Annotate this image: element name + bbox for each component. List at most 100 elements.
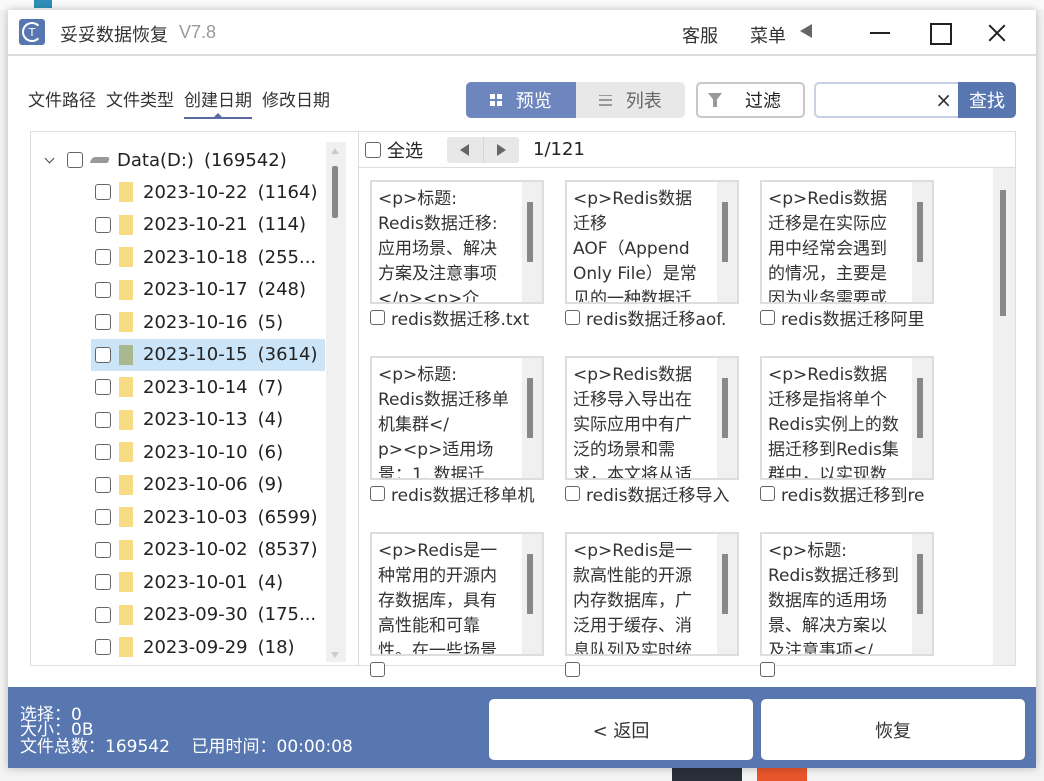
file-preview[interactable]: <p>Redis是一 款高性能的开源 内存数据库，广 泛用于缓存、消 息队列及实… [565, 532, 739, 656]
back-button[interactable]: < 返回 [489, 699, 753, 760]
folder-checkbox[interactable] [95, 541, 111, 558]
file-grid-scrollbar[interactable] [993, 168, 1015, 665]
minimize-button[interactable] [865, 18, 895, 48]
tree-folder-item[interactable]: 2023-10-13 (4) [91, 404, 325, 437]
folder-checkbox[interactable] [95, 606, 111, 623]
file-preview[interactable]: <p>Redis数据 迁移是在实际应 用中经常会遇到 的情况，主要是 因为业务需… [760, 180, 934, 304]
file-name-row[interactable] [565, 656, 739, 682]
file-name-row[interactable]: redis数据迁移.txt [370, 304, 544, 330]
scroll-thumb[interactable] [917, 554, 923, 614]
tree-folder-item[interactable]: 2023-10-01 (4) [91, 566, 325, 599]
preview-scrollbar[interactable] [912, 182, 932, 302]
file-card[interactable]: <p>Redis是一 款高性能的开源 内存数据库，广 泛用于缓存、消 息队列及实… [565, 532, 739, 682]
file-card[interactable]: <p>Redis数据 迁移是指将单个 Redis实例上的数 据迁移到Redis集… [760, 356, 934, 506]
folder-checkbox[interactable] [95, 281, 111, 298]
file-checkbox[interactable] [565, 661, 580, 677]
folder-checkbox[interactable] [95, 216, 111, 233]
tree-scrollbar[interactable] [326, 142, 346, 662]
file-checkbox[interactable] [565, 485, 580, 501]
list-view-button[interactable]: 列表 [576, 82, 686, 118]
search-button[interactable]: 查找 [958, 82, 1016, 118]
file-preview[interactable]: <p>Redis是一 种常用的开源内 存数据库，具有 高性能和可靠 性。在一些场… [370, 532, 544, 656]
next-page-button[interactable] [484, 137, 520, 163]
tree-folder-item[interactable]: 2023-10-10 (6) [91, 436, 325, 469]
scroll-thumb[interactable] [527, 378, 533, 438]
folder-checkbox[interactable] [95, 639, 111, 656]
folder-checkbox[interactable] [95, 379, 111, 396]
folder-checkbox[interactable] [95, 444, 111, 461]
clear-search-icon[interactable]: × [935, 88, 952, 112]
file-name-row[interactable] [760, 656, 934, 682]
file-name-row[interactable] [370, 656, 544, 682]
file-preview[interactable]: <p>Redis数据 迁移导入导出在 实际应用中有广 泛的场景和需 求，本文将从… [565, 356, 739, 480]
file-card[interactable]: <p>标题: Redis数据迁移: 应用场景、解决 方案及注意事项 </p><p… [370, 180, 544, 330]
folder-checkbox[interactable] [95, 411, 111, 428]
preview-scrollbar[interactable] [522, 534, 542, 654]
tree-root-drive[interactable]: Data(D:) (169542) [45, 146, 287, 174]
folder-checkbox[interactable] [95, 509, 111, 526]
preview-scrollbar[interactable] [717, 182, 737, 302]
file-card[interactable]: <p>Redis数据 迁移 AOF（Append Only File）是常 见的… [565, 180, 739, 330]
folder-checkbox[interactable] [95, 184, 111, 201]
preview-scrollbar[interactable] [522, 358, 542, 478]
scroll-thumb[interactable] [722, 202, 728, 262]
folder-checkbox[interactable] [95, 476, 111, 493]
scroll-thumb[interactable] [722, 554, 728, 614]
file-name-row[interactable]: redis数据迁移到re [760, 480, 934, 506]
scroll-thumb[interactable] [917, 378, 923, 438]
tab-file-type[interactable]: 文件类型 [106, 86, 174, 117]
tab-modified-date[interactable]: 修改日期 [262, 86, 330, 117]
folder-checkbox[interactable] [95, 314, 111, 331]
tree-folder-item[interactable]: 2023-09-30 (175... [91, 599, 325, 632]
prev-page-button[interactable] [447, 136, 484, 163]
file-name-row[interactable]: redis数据迁移单机 [370, 480, 544, 506]
chevron-down-icon[interactable] [45, 155, 55, 165]
tree-folder-item[interactable]: 2023-10-06 (9) [91, 469, 325, 502]
select-all-box[interactable] [365, 141, 381, 158]
tab-created-date[interactable]: 创建日期 [184, 86, 252, 119]
scroll-thumb[interactable] [527, 554, 533, 614]
tree-folder-item[interactable]: 2023-10-18 (255... [91, 241, 325, 274]
tree-folder-item[interactable]: 2023-10-03 (6599) [91, 501, 325, 534]
file-card[interactable]: <p>Redis是一 种常用的开源内 存数据库，具有 高性能和可靠 性。在一些场… [370, 532, 544, 682]
tree-folder-item[interactable]: 2023-10-02 (8537) [91, 534, 325, 567]
close-button[interactable] [982, 18, 1012, 48]
maximize-button[interactable] [924, 18, 954, 48]
file-preview[interactable]: <p>Redis数据 迁移 AOF（Append Only File）是常 见的… [565, 180, 739, 304]
root-checkbox[interactable] [67, 152, 83, 168]
file-preview[interactable]: <p>标题: Redis数据迁移到 数据库的适用场 景、解决方案以 及注意事项<… [760, 532, 934, 656]
folder-checkbox[interactable] [95, 249, 111, 266]
scroll-thumb[interactable] [527, 202, 533, 262]
file-name-row[interactable]: redis数据迁移阿里 [760, 304, 934, 330]
file-card[interactable]: <p>Redis数据 迁移导入导出在 实际应用中有广 泛的场景和需 求，本文将从… [565, 356, 739, 506]
file-checkbox[interactable] [370, 485, 385, 501]
file-checkbox[interactable] [370, 309, 385, 325]
file-name-row[interactable]: redis数据迁移aof. [565, 304, 739, 330]
preview-scrollbar[interactable] [522, 182, 542, 302]
folder-checkbox[interactable] [95, 574, 111, 591]
tree-folder-item[interactable]: 2023-10-14 (7) [91, 371, 325, 404]
recover-button[interactable]: 恢复 [761, 699, 1025, 760]
scroll-thumb[interactable] [722, 378, 728, 438]
file-checkbox[interactable] [760, 485, 775, 501]
select-all-checkbox[interactable]: 全选 [365, 137, 423, 163]
tree-folder-item[interactable]: 2023-10-16 (5) [91, 306, 325, 339]
filter-button[interactable]: 过滤 [696, 82, 805, 118]
tree-folder-item[interactable]: 2023-10-22 (1164) [91, 176, 325, 209]
preview-scrollbar[interactable] [912, 534, 932, 654]
file-name-row[interactable]: redis数据迁移导入 [565, 480, 739, 506]
file-checkbox[interactable] [370, 661, 385, 677]
tree-folder-item[interactable]: 2023-09-29 (18) [91, 631, 325, 664]
scroll-up-icon[interactable] [331, 148, 339, 154]
file-card[interactable]: <p>Redis数据 迁移是在实际应 用中经常会遇到 的情况，主要是 因为业务需… [760, 180, 934, 330]
tree-folder-item[interactable]: 2023-10-15 (3614) [91, 338, 325, 371]
file-preview[interactable]: <p>标题: Redis数据迁移: 应用场景、解决 方案及注意事项 </p><p… [370, 180, 544, 304]
scroll-thumb[interactable] [917, 202, 923, 262]
tree-folder-item[interactable]: 2023-10-17 (248) [91, 274, 325, 307]
preview-scrollbar[interactable] [717, 358, 737, 478]
file-preview[interactable]: <p>Redis数据 迁移是指将单个 Redis实例上的数 据迁移到Redis集… [760, 356, 934, 480]
scroll-down-icon[interactable] [331, 652, 339, 658]
file-card[interactable]: <p>标题: Redis数据迁移到 数据库的适用场 景、解决方案以 及注意事项<… [760, 532, 934, 682]
scroll-thumb[interactable] [332, 166, 338, 218]
scroll-thumb[interactable] [1000, 190, 1006, 316]
